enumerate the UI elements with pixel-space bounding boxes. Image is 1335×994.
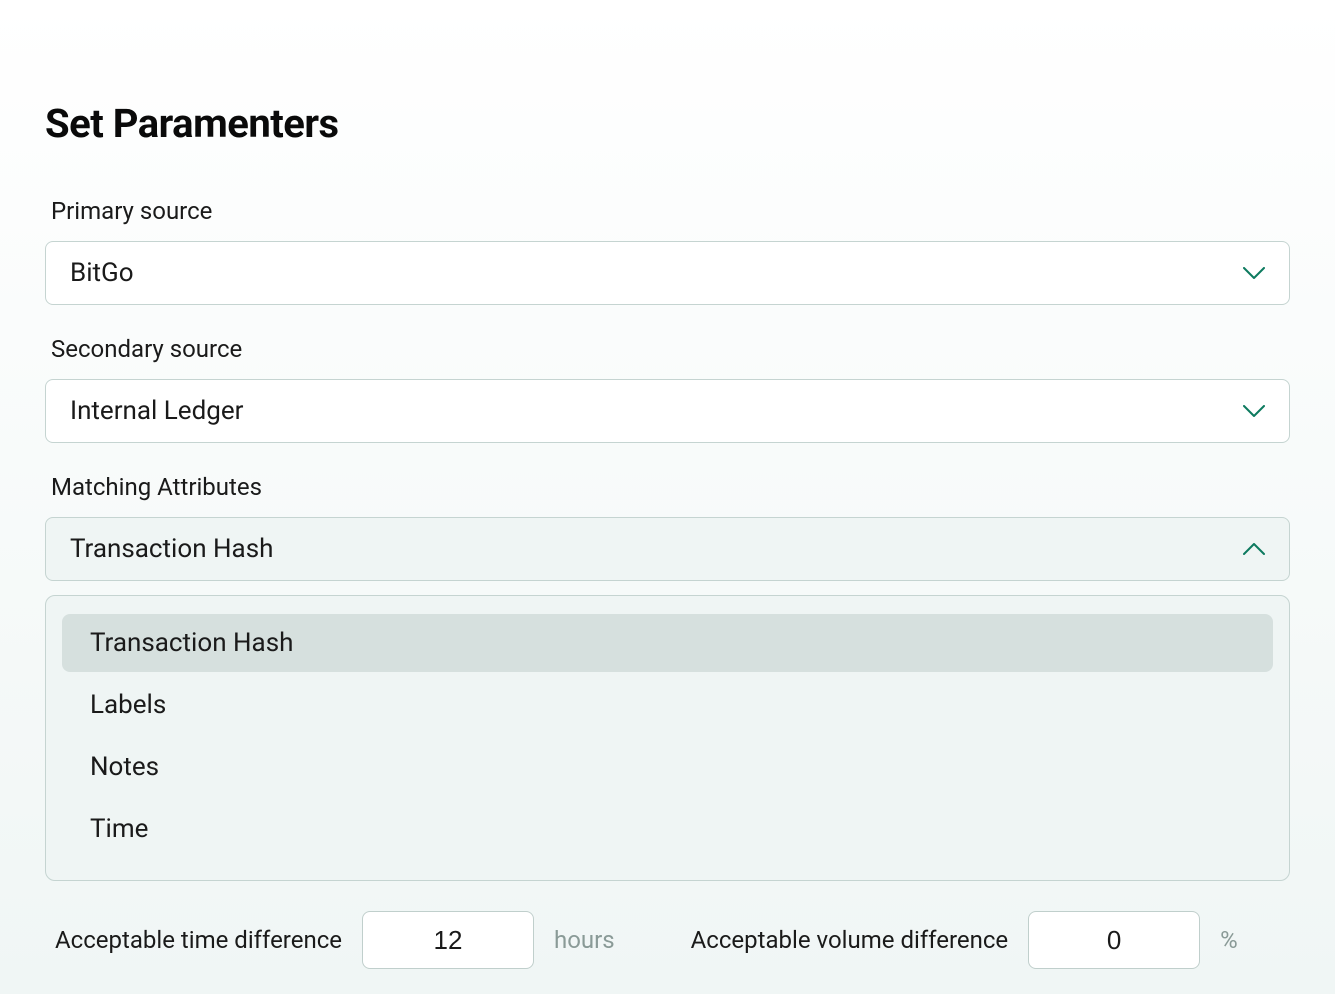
matching-attributes-select[interactable]: Transaction Hash — [45, 517, 1290, 581]
secondary-source-select[interactable]: Internal Ledger — [45, 379, 1290, 443]
matching-attributes-group: Matching Attributes Transaction Hash Tra… — [45, 473, 1290, 881]
volume-diff-input[interactable] — [1028, 911, 1200, 969]
secondary-source-label: Secondary source — [51, 335, 1290, 363]
time-diff-unit: hours — [554, 926, 615, 954]
chevron-up-icon — [1243, 543, 1265, 555]
chevron-down-icon — [1243, 267, 1265, 279]
primary-source-value: BitGo — [70, 258, 134, 288]
primary-source-group: Primary source BitGo — [45, 197, 1290, 305]
secondary-source-value: Internal Ledger — [70, 396, 243, 426]
secondary-source-group: Secondary source Internal Ledger — [45, 335, 1290, 443]
dropdown-item-transaction-hash[interactable]: Transaction Hash — [62, 614, 1273, 672]
page-title: Set Paramenters — [45, 100, 1290, 147]
matching-attributes-dropdown: Transaction Hash Labels Notes Time — [45, 595, 1290, 881]
time-diff-input[interactable] — [362, 911, 534, 969]
volume-diff-label: Acceptable volume difference — [691, 926, 1009, 954]
matching-attributes-value: Transaction Hash — [70, 534, 273, 564]
primary-source-label: Primary source — [51, 197, 1290, 225]
chevron-down-icon — [1243, 405, 1265, 417]
dropdown-item-notes[interactable]: Notes — [62, 738, 1273, 796]
volume-diff-unit: % — [1220, 926, 1238, 954]
time-diff-label: Acceptable time difference — [55, 926, 342, 954]
primary-source-select[interactable]: BitGo — [45, 241, 1290, 305]
matching-attributes-label: Matching Attributes — [51, 473, 1290, 501]
thresholds-row: Acceptable time difference hours Accepta… — [45, 911, 1290, 969]
dropdown-item-time[interactable]: Time — [62, 800, 1273, 858]
dropdown-item-labels[interactable]: Labels — [62, 676, 1273, 734]
